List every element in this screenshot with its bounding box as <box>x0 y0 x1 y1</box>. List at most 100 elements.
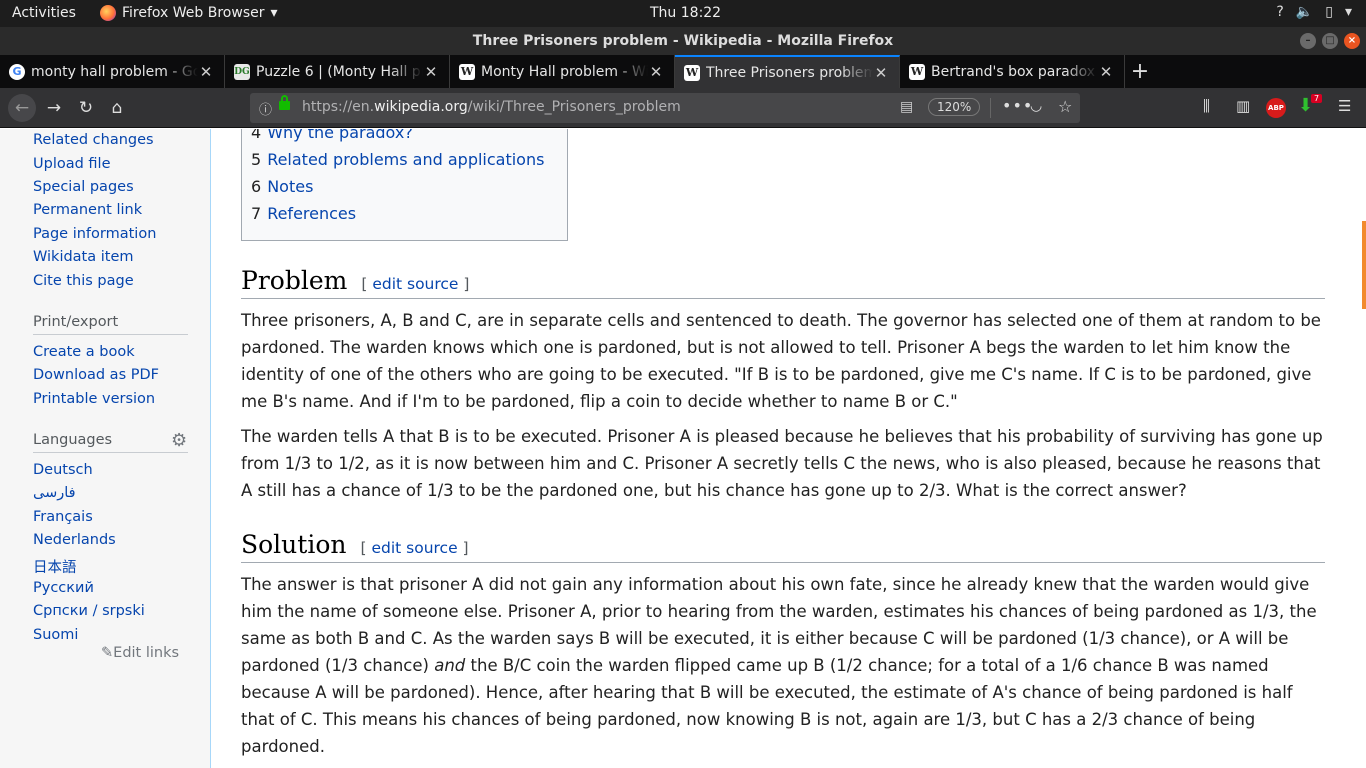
tab-google-search[interactable]: Gmonty hall problem - Goo ✕ <box>0 55 225 88</box>
download-badge: 7 <box>1311 94 1323 103</box>
heading-solution-text: Solution <box>241 530 347 559</box>
url-bar[interactable]: ⓘ https://en.wikipedia.org/wiki/Three_Pr… <box>250 93 1080 123</box>
google-favicon-icon: G <box>9 63 25 80</box>
gnome-top-bar: Activities Firefox Web Browser ▾ Thu 18:2… <box>0 0 1366 27</box>
edit-source-link[interactable]: edit source <box>372 275 458 293</box>
close-tab-icon[interactable]: ✕ <box>648 63 664 81</box>
wikipedia-favicon-icon: W <box>684 64 700 81</box>
gear-icon[interactable]: ⚙ <box>171 430 187 451</box>
tab-title: Puzzle 6 | (Monty Hall pro <box>256 63 423 80</box>
tab-title: Monty Hall problem - Wik <box>481 63 648 80</box>
toc-item[interactable]: 7 References <box>251 204 356 223</box>
activities-button[interactable]: Activities <box>12 5 76 21</box>
sidebar-link-page-information[interactable]: Page information <box>33 226 156 242</box>
lang-link-russian[interactable]: Русский <box>33 580 94 596</box>
chevron-down-icon: ▾ <box>270 5 278 21</box>
scrollbar-thumb[interactable] <box>1362 221 1366 309</box>
lang-link-francais[interactable]: Français <box>33 509 93 525</box>
lang-link-nederlands[interactable]: Nederlands <box>33 532 116 548</box>
edit-links[interactable]: ✎Edit links <box>101 645 179 661</box>
tab-three-prisoners[interactable]: W Three Prisoners problem ✕ <box>675 55 900 88</box>
lang-link-serbian[interactable]: Српски / srpski <box>33 603 145 619</box>
print-export-heading: Print/export <box>33 314 188 335</box>
close-tab-icon[interactable]: ✕ <box>198 63 214 81</box>
reader-view-icon[interactable]: ▤ <box>900 99 913 115</box>
close-tab-icon[interactable]: ✕ <box>1098 63 1114 81</box>
window-title: Three Prisoners problem - Wikipedia - Mo… <box>472 33 894 49</box>
firefox-icon <box>100 5 116 21</box>
sidebar-link-related-changes[interactable]: Related changes <box>33 132 154 148</box>
volume-icon[interactable]: 🔈 <box>1296 4 1313 20</box>
url-prefix: https://en. <box>302 99 375 115</box>
sidebar-link-permanent-link[interactable]: Permanent link <box>33 202 142 218</box>
back-button[interactable]: ← <box>8 94 36 122</box>
hamburger-menu-icon[interactable]: ☰ <box>1338 97 1351 115</box>
article-content: 4 Why the paradox? 5 Related problems and … <box>211 129 1366 768</box>
toc-link[interactable]: Related problems and applications <box>267 150 544 169</box>
toc-link[interactable]: Notes <box>267 177 313 196</box>
tab-bertrand-box[interactable]: W Bertrand's box paradox ✕ <box>900 55 1125 88</box>
sidebar-link-cite-this-page[interactable]: Cite this page <box>33 273 134 289</box>
help-icon[interactable]: ? <box>1276 4 1283 20</box>
library-icon[interactable]: ⫼ <box>1203 97 1210 115</box>
wikipedia-favicon-icon: W <box>459 63 475 80</box>
forward-button[interactable]: → <box>42 96 66 120</box>
new-tab-button[interactable]: + <box>1125 55 1155 88</box>
toc-number: 5 <box>251 150 262 169</box>
bookmark-star-icon[interactable]: ☆ <box>1058 97 1072 116</box>
sidebar-toggle-icon[interactable]: ▥ <box>1236 97 1250 115</box>
url-text[interactable]: https://en.wikipedia.org/wiki/Three_Pris… <box>302 99 681 115</box>
close-window-button[interactable]: × <box>1344 33 1360 49</box>
web-page: Related changes Upload file Special page… <box>0 129 1366 768</box>
edit-source-link[interactable]: edit source <box>371 539 457 557</box>
toc-number: 4 <box>251 129 262 142</box>
problem-paragraph-1: Three prisoners, A, B and C, are in sepa… <box>241 311 1321 411</box>
toc-item[interactable]: 4 Why the paradox? <box>251 129 413 142</box>
lang-link-japanese[interactable]: 日本語 <box>33 556 77 577</box>
lock-icon[interactable] <box>279 95 290 110</box>
battery-icon[interactable]: ▯ <box>1325 4 1333 20</box>
toc-link[interactable]: Why the paradox? <box>267 129 413 142</box>
close-tab-icon[interactable]: ✕ <box>873 64 889 82</box>
toc-link[interactable]: References <box>267 204 356 223</box>
edit-source-problem: [ edit source ] <box>361 275 470 293</box>
tab-strip: Gmonty hall problem - Goo ✕ DG Puzzle 6 | … <box>0 55 1366 88</box>
app-menu[interactable]: Firefox Web Browser ▾ <box>100 5 278 21</box>
zoom-indicator[interactable]: 120% <box>928 98 981 116</box>
lang-link-deutsch[interactable]: Deutsch <box>33 462 93 478</box>
clock[interactable]: Thu 18:22 <box>650 5 721 21</box>
sidebar-link-download-pdf[interactable]: Download as PDF <box>33 367 159 383</box>
lang-link-farsi[interactable]: فارسی <box>33 485 76 501</box>
chevron-down-icon[interactable]: ▾ <box>1345 4 1352 20</box>
adblock-plus-icon[interactable]: ABP <box>1266 98 1286 118</box>
url-domain: wikipedia.org <box>374 99 468 115</box>
sidebar-link-wikidata-item[interactable]: Wikidata item <box>33 249 134 265</box>
lang-link-suomi[interactable]: Suomi <box>33 627 78 643</box>
problem-paragraph-2: The warden tells A that B is to be execu… <box>241 427 1323 500</box>
solution-paragraph-1: The answer is that prisoner A did not ga… <box>241 571 1331 760</box>
system-tray[interactable]: ? 🔈 ▯ ▾ <box>1276 4 1352 20</box>
sidebar-link-create-book[interactable]: Create a book <box>33 344 135 360</box>
pencil-icon: ✎ <box>101 645 114 661</box>
minimize-button[interactable]: – <box>1300 33 1316 49</box>
tab-title: Bertrand's box paradox <box>931 63 1096 80</box>
table-of-contents: 4 Why the paradox? 5 Related problems and … <box>241 129 568 241</box>
url-path: /wiki/Three_Prisoners_problem <box>467 99 681 115</box>
home-button[interactable]: ⌂ <box>105 96 129 120</box>
navigation-toolbar: ← → ↻ ⌂ ⓘ https://en.wikipedia.org/wiki/… <box>0 88 1366 128</box>
toc-item[interactable]: 6 Notes <box>251 177 313 196</box>
tab-puzzle-6[interactable]: DG Puzzle 6 | (Monty Hall pro ✕ <box>225 55 450 88</box>
maximize-button[interactable]: □ <box>1322 33 1338 49</box>
close-tab-icon[interactable]: ✕ <box>423 63 439 81</box>
tab-monty-hall-wiki[interactable]: W Monty Hall problem - Wik ✕ <box>450 55 675 88</box>
sidebar-link-upload-file[interactable]: Upload file <box>33 156 111 172</box>
heading-problem-text: Problem <box>241 266 348 295</box>
page-actions-icon[interactable]: ••• <box>1002 96 1033 115</box>
sidebar-link-special-pages[interactable]: Special pages <box>33 179 134 195</box>
toc-item[interactable]: 5 Related problems and applications <box>251 150 544 169</box>
info-icon[interactable]: ⓘ <box>259 99 272 118</box>
reload-button[interactable]: ↻ <box>74 96 98 120</box>
pocket-icon[interactable]: ◡ <box>1030 98 1042 114</box>
sidebar-link-printable-version[interactable]: Printable version <box>33 391 155 407</box>
edit-links-label: Edit links <box>113 645 180 661</box>
